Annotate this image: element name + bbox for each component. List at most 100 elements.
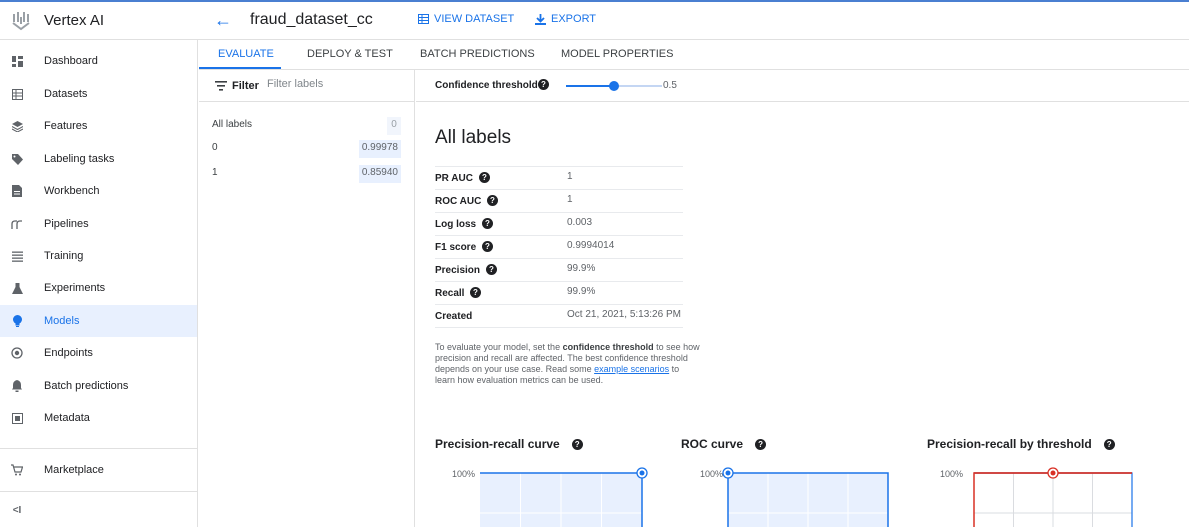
chart-title-pr-by-threshold: Precision-recall by threshold ? bbox=[927, 437, 1115, 451]
metric-value: Oct 21, 2021, 5:13:26 PM bbox=[567, 309, 681, 320]
endpoints-icon bbox=[11, 347, 23, 359]
sidebar-item-models[interactable]: Models bbox=[0, 305, 197, 337]
help-icon[interactable]: ? bbox=[1103, 438, 1115, 450]
metric-name: ROC AUC bbox=[435, 196, 482, 207]
help-icon[interactable]: ? bbox=[538, 79, 549, 90]
tab-model-properties[interactable]: MODEL PROPERTIES bbox=[561, 48, 673, 60]
sidebar-item-label: Marketplace bbox=[44, 464, 104, 476]
tab-batch-predictions[interactable]: BATCH PREDICTIONS bbox=[420, 48, 535, 60]
confidence-threshold-value: 0.5 bbox=[663, 80, 677, 91]
export-button[interactable]: EXPORT bbox=[535, 13, 596, 25]
sidebar-item-label: Experiments bbox=[44, 282, 106, 294]
tab-evaluate[interactable]: EVALUATE bbox=[218, 48, 274, 60]
export-label: EXPORT bbox=[551, 13, 597, 25]
cart-icon bbox=[11, 464, 23, 476]
sidebar-item-label: Models bbox=[44, 315, 80, 327]
datasets-icon bbox=[11, 88, 23, 100]
vertex-ai-logo-icon bbox=[12, 12, 30, 31]
slider-thumb[interactable] bbox=[609, 81, 619, 91]
sidebar-item-label: Labeling tasks bbox=[44, 153, 115, 165]
help-icon[interactable]: ? bbox=[470, 287, 481, 298]
view-dataset-label: VIEW DATASET bbox=[434, 13, 515, 25]
sidebar-item-pipelines[interactable]: Pipelines bbox=[0, 208, 197, 240]
sidebar-divider bbox=[0, 448, 197, 449]
description-bold: confidence threshold bbox=[562, 342, 654, 352]
sidebar-item-datasets[interactable]: Datasets bbox=[0, 78, 197, 110]
help-icon[interactable]: ? bbox=[755, 438, 767, 450]
sidebar-item-training[interactable]: Training bbox=[0, 240, 197, 272]
chart-title-pr-curve: Precision-recall curve ? bbox=[435, 437, 583, 451]
label-name: 0 bbox=[212, 142, 218, 153]
help-icon[interactable]: ? bbox=[571, 438, 583, 450]
sidebar-item-label: Training bbox=[44, 250, 84, 262]
pr-by-threshold-chart: 100% bbox=[940, 467, 1133, 527]
example-scenarios-link[interactable]: example scenarios bbox=[594, 364, 669, 374]
sidebar-item-label: Dashboard bbox=[44, 55, 98, 67]
chart-title-text: ROC curve bbox=[681, 437, 744, 451]
sidebar-item-labeling-tasks[interactable]: Labeling tasks bbox=[0, 143, 197, 175]
metrics-table: PR AUC? 1 ROC AUC? 1 Log loss? 0.003 F1 score?… bbox=[435, 166, 683, 328]
metric-name: Recall bbox=[435, 288, 465, 299]
label-row-all[interactable]: All labels 0 bbox=[199, 115, 414, 137]
filter-labels-input[interactable] bbox=[267, 78, 402, 90]
collapse-icon: <I bbox=[12, 504, 22, 516]
sidebar-item-experiments[interactable]: Experiments bbox=[0, 272, 197, 304]
metric-name: Log loss bbox=[435, 219, 477, 230]
metric-row: F1 score? 0.9994014 bbox=[435, 236, 683, 259]
roc-curve-chart: 100% bbox=[700, 467, 889, 527]
help-icon[interactable]: ? bbox=[482, 241, 493, 252]
app-name: Vertex AI bbox=[44, 12, 105, 29]
sidebar-item-metadata[interactable]: Metadata bbox=[0, 402, 197, 434]
table-icon bbox=[418, 14, 429, 24]
sidebar-item-label: Batch predictions bbox=[44, 380, 129, 392]
collapse-sidebar-button[interactable]: <I bbox=[0, 494, 197, 526]
y-tick-label: 100% bbox=[452, 469, 475, 479]
slider-fill bbox=[566, 85, 614, 87]
sidebar-item-workbench[interactable]: Workbench bbox=[0, 175, 197, 207]
chart-title-text: Precision-recall curve bbox=[435, 437, 560, 451]
tab-deploy-test[interactable]: DEPLOY & TEST bbox=[307, 48, 393, 60]
sidebar-item-endpoints[interactable]: Endpoints bbox=[0, 337, 197, 369]
metadata-icon bbox=[11, 412, 23, 424]
metric-value: 99.9% bbox=[567, 286, 596, 297]
chart-title-roc-curve: ROC curve ? bbox=[681, 437, 767, 451]
sidebar-item-label: Endpoints bbox=[44, 347, 93, 359]
sidebar-item-batch-predictions[interactable]: Batch predictions bbox=[0, 370, 197, 402]
label-list-pane: Filter All labels 0 0 0.99978 1 0.85940 bbox=[199, 70, 415, 527]
help-icon[interactable]: ? bbox=[486, 264, 497, 275]
brand: Vertex AI bbox=[0, 2, 198, 40]
pr-curve-chart: 100% bbox=[452, 467, 648, 527]
sidebar-item-dashboard[interactable]: Dashboard bbox=[0, 45, 197, 77]
sidebar-item-label: Datasets bbox=[44, 88, 88, 100]
metric-row: Log loss? 0.003 bbox=[435, 213, 683, 236]
confidence-threshold-slider[interactable] bbox=[566, 79, 662, 93]
label-row-0[interactable]: 0 0.99978 bbox=[199, 138, 414, 160]
evaluation-panel: Confidence threshold ? 0.5 All labels PR… bbox=[416, 70, 1189, 527]
help-icon[interactable]: ? bbox=[487, 195, 498, 206]
sidebar-item-label: Pipelines bbox=[44, 218, 89, 230]
metric-value: 99.9% bbox=[567, 263, 596, 274]
sidebar-item-label: Features bbox=[44, 120, 88, 132]
sidebar-item-marketplace[interactable]: Marketplace bbox=[0, 454, 197, 486]
threshold-point-dot bbox=[1050, 470, 1056, 476]
active-tab-indicator bbox=[199, 67, 281, 69]
help-icon[interactable]: ? bbox=[479, 172, 490, 183]
dashboard-icon bbox=[11, 55, 23, 67]
back-arrow-icon[interactable]: ← bbox=[214, 10, 232, 30]
metric-row: Precision? 99.9% bbox=[435, 259, 683, 282]
section-title: All labels bbox=[435, 127, 512, 148]
view-dataset-button[interactable]: VIEW DATASET bbox=[418, 13, 514, 25]
label-row-1[interactable]: 1 0.85940 bbox=[199, 163, 414, 185]
sidebar-item-label: Metadata bbox=[44, 412, 90, 424]
metric-value: 0.9994014 bbox=[567, 240, 615, 251]
lightbulb-icon bbox=[11, 315, 23, 327]
metric-value: 1 bbox=[567, 171, 573, 182]
metric-row: Created Oct 21, 2021, 5:13:26 PM bbox=[435, 305, 683, 328]
metric-row: Recall? 99.9% bbox=[435, 282, 683, 305]
label-tag-icon bbox=[11, 153, 23, 165]
label-score: 0 bbox=[387, 117, 401, 135]
sidebar: Dashboard Datasets Features Labeling tas… bbox=[0, 40, 198, 527]
sidebar-item-features[interactable]: Features bbox=[0, 110, 197, 142]
help-icon[interactable]: ? bbox=[482, 218, 493, 229]
training-icon bbox=[11, 250, 23, 262]
